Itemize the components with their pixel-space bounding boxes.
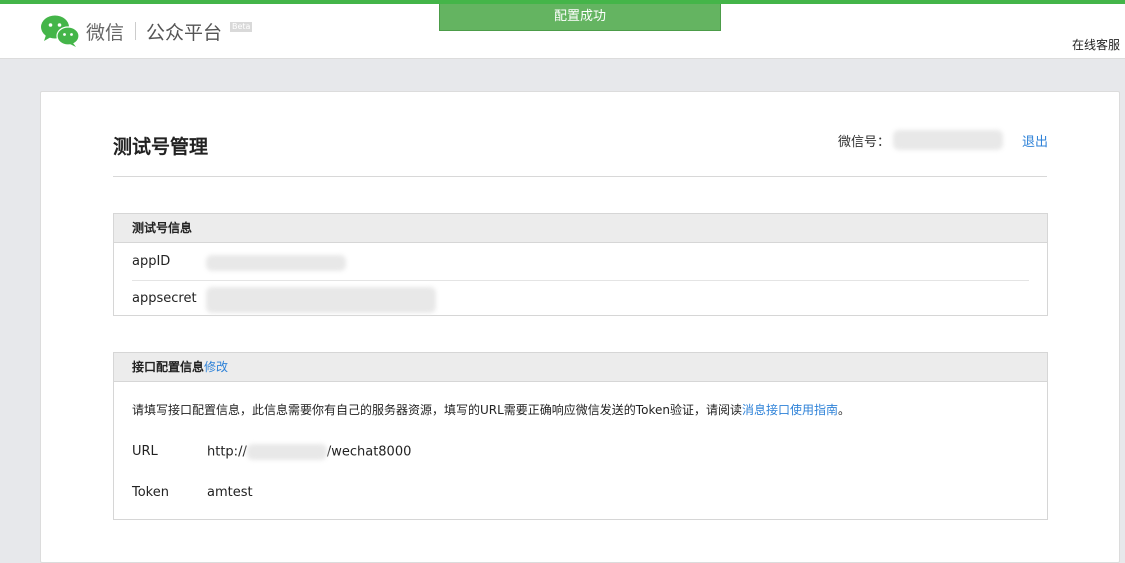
test-account-info-header: 测试号信息 bbox=[114, 214, 1047, 243]
api-config-header: 接口配置信息修改 bbox=[114, 353, 1047, 382]
token-value: amtest bbox=[207, 485, 253, 500]
api-config-panel: 接口配置信息修改 请填写接口配置信息，此信息需要你有自己的服务器资源，填写的UR… bbox=[113, 352, 1048, 520]
main-panel: 测试号管理 微信号： 退出 测试号信息 appID appsecret 接口配置… bbox=[40, 91, 1120, 563]
brand-platform-name[interactable]: 公众平台 bbox=[146, 18, 222, 45]
url-suffix: /wechat8000 bbox=[326, 444, 412, 460]
wechat-id-redacted bbox=[893, 130, 1003, 150]
appid-label: appID bbox=[132, 254, 171, 269]
row-divider bbox=[132, 280, 1029, 281]
panel-title: 测试号信息 bbox=[132, 221, 193, 235]
online-support-link[interactable]: 在线客服 bbox=[1072, 36, 1120, 53]
wechat-logo-icon[interactable] bbox=[40, 14, 80, 48]
url-label: URL bbox=[132, 444, 158, 459]
brand-wechat[interactable]: 微信 bbox=[86, 18, 124, 45]
url-host-redacted bbox=[246, 444, 327, 460]
appsecret-redacted-value bbox=[206, 287, 436, 313]
success-toast: 配置成功 bbox=[439, 4, 721, 31]
brand-separator bbox=[135, 22, 136, 40]
wechat-id-label: 微信号： bbox=[838, 135, 891, 150]
description-end: 。 bbox=[837, 403, 850, 417]
appid-redacted-value bbox=[206, 255, 346, 271]
test-account-info-panel: 测试号信息 appID appsecret bbox=[113, 213, 1048, 316]
token-label: Token bbox=[132, 485, 169, 500]
panel-title: 接口配置信息 bbox=[132, 360, 205, 374]
logout-link[interactable]: 退出 bbox=[1022, 131, 1048, 150]
description-text: 请填写接口配置信息，此信息需要你有自己的服务器资源，填写的URL需要正确响应微信… bbox=[132, 403, 742, 417]
page-title: 测试号管理 bbox=[113, 136, 209, 158]
appsecret-label: appsecret bbox=[132, 291, 197, 306]
config-description: 请填写接口配置信息，此信息需要你有自己的服务器资源，填写的URL需要正确响应微信… bbox=[132, 401, 850, 418]
message-api-guide-link[interactable]: 消息接口使用指南 bbox=[742, 403, 838, 417]
title-divider bbox=[113, 176, 1047, 177]
url-prefix: http:// bbox=[207, 444, 247, 460]
url-value: http:// /wechat8000 bbox=[207, 444, 411, 460]
beta-badge: Beta bbox=[230, 22, 253, 32]
edit-config-link[interactable]: 修改 bbox=[204, 360, 228, 374]
